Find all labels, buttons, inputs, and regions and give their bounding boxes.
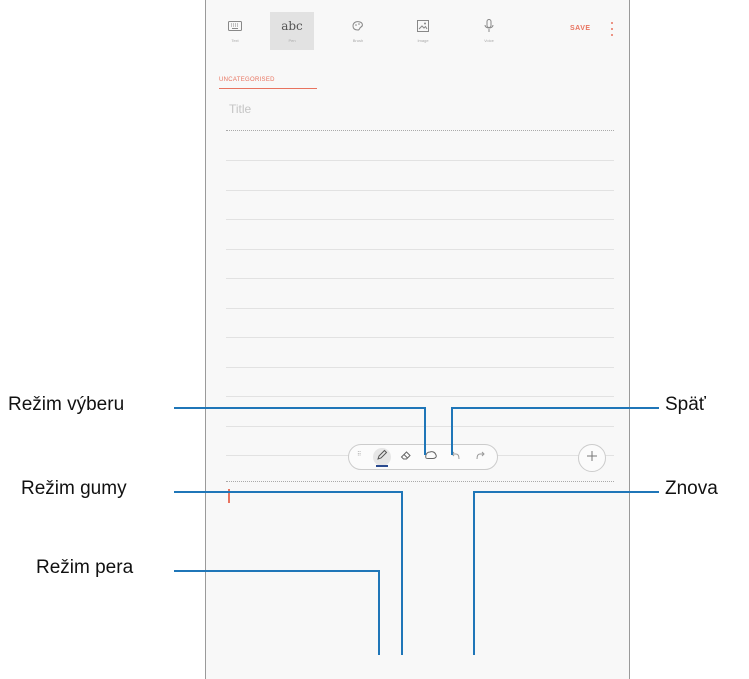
pen-text-icon: abc	[281, 19, 303, 33]
title-divider	[226, 130, 614, 131]
callout-line-pen	[174, 570, 380, 572]
drag-handle-icon[interactable]: ⠿	[357, 452, 361, 461]
callout-line-selection-vertical	[424, 407, 426, 455]
callout-selection-mode: Režim výberu	[8, 394, 125, 415]
text-area-divider	[226, 481, 614, 482]
tool-label: Text	[231, 38, 239, 43]
voice-mode-button[interactable]: Voice	[470, 12, 508, 50]
ruled-line	[226, 278, 614, 279]
brush-icon	[351, 16, 365, 36]
mode-toolbar: Text abc Pen Brush Image Voice	[206, 12, 629, 52]
callout-eraser-mode: Režim gumy	[21, 478, 127, 499]
keyboard-icon	[228, 16, 242, 36]
brush-mode-button[interactable]: Brush	[339, 12, 377, 50]
callout-line-eraser-vertical	[401, 491, 403, 655]
note-screen: Text abc Pen Brush Image Voice SAVE UNCA…	[205, 0, 630, 679]
ruled-line	[226, 219, 614, 220]
callout-line-selection	[174, 407, 426, 409]
redo-button[interactable]	[471, 448, 489, 466]
pen-icon	[376, 448, 388, 466]
pen-mode-button[interactable]	[373, 448, 391, 467]
eraser-mode-button[interactable]	[397, 448, 415, 466]
callout-line-eraser	[174, 491, 403, 493]
image-mode-button[interactable]: Image	[404, 12, 442, 50]
ruled-line	[226, 249, 614, 250]
selection-icon	[424, 448, 438, 466]
callout-line-undo-vertical	[451, 407, 453, 455]
callout-undo: Späť	[665, 394, 706, 415]
tool-label: Pen	[288, 38, 296, 43]
ruled-line	[226, 190, 614, 191]
pen-text-mode-button[interactable]: abc Pen	[270, 12, 314, 50]
ruled-line	[226, 367, 614, 368]
pen-toolbar: ⠿	[348, 444, 498, 470]
callout-line-redo	[473, 491, 659, 493]
tool-label: Brush	[352, 38, 364, 43]
text-mode-button[interactable]: Text	[216, 12, 254, 50]
ruled-line	[226, 426, 614, 427]
tool-label: Voice	[484, 38, 494, 43]
image-icon	[417, 16, 429, 36]
category-underline	[219, 88, 317, 89]
ruled-line	[226, 337, 614, 338]
eraser-icon	[400, 448, 412, 466]
ruled-line	[226, 160, 614, 161]
tool-label: Image	[417, 38, 429, 43]
callout-line-redo-vertical	[473, 491, 475, 655]
title-input[interactable]: Title	[229, 102, 251, 116]
pen-color-indicator	[376, 465, 388, 467]
ruled-line	[226, 308, 614, 309]
redo-icon	[474, 448, 486, 466]
add-button[interactable]	[578, 444, 606, 472]
undo-button[interactable]	[447, 448, 465, 466]
ruled-line	[226, 396, 614, 397]
save-button[interactable]: SAVE	[570, 25, 591, 32]
plus-icon	[586, 449, 598, 467]
category-selector[interactable]: UNCATEGORISED	[219, 77, 275, 83]
callout-redo: Znova	[665, 478, 718, 499]
more-vert-icon[interactable]	[610, 22, 614, 36]
callout-pen-mode: Režim pera	[36, 557, 134, 578]
callout-line-undo	[451, 407, 659, 409]
mic-icon	[484, 16, 494, 36]
callout-line-pen-vertical	[378, 570, 380, 655]
